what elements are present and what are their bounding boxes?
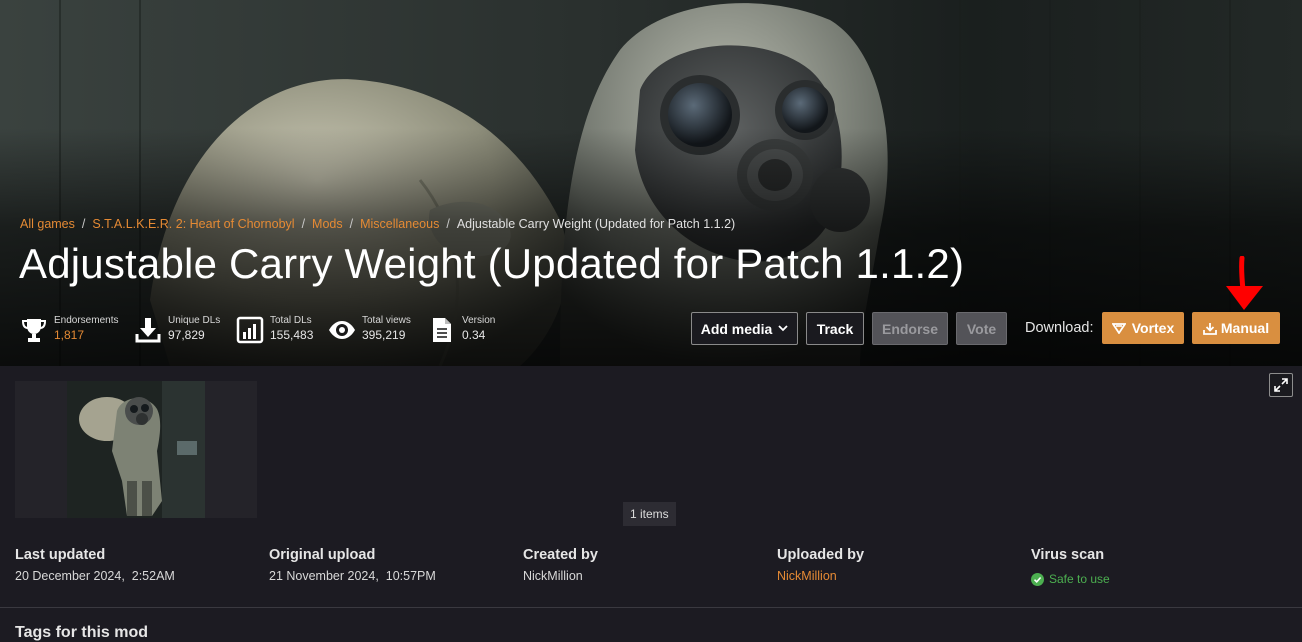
download-icon	[1202, 322, 1217, 335]
manual-label: Manual	[1220, 320, 1270, 336]
meta-value: 20 December 2024, 2:52AM	[15, 569, 175, 583]
gallery-items-count: 1 items	[623, 502, 676, 526]
gallery-thumbnail-image[interactable]	[67, 381, 205, 518]
stat-value: 0.34	[462, 328, 486, 342]
vortex-label: Vortex	[1131, 320, 1175, 336]
expand-icon	[1274, 378, 1288, 392]
download-icon	[135, 318, 161, 343]
fullscreen-button[interactable]	[1269, 373, 1293, 397]
meta-last-updated: Last updated 20 December 2024, 2:52AM	[15, 547, 175, 583]
stat-value[interactable]: 1,817	[54, 328, 84, 342]
stat-label: Version	[462, 315, 496, 326]
bar-chart-icon	[236, 316, 264, 344]
stat-label: Unique DLs	[168, 315, 221, 326]
meta-created-by: Created by NickMillion	[523, 547, 598, 583]
meta-label: Uploaded by	[777, 547, 865, 563]
breadcrumb-current: Adjustable Carry Weight (Updated for Pat…	[456, 217, 736, 231]
document-icon	[433, 318, 451, 342]
check-circle-icon	[1031, 572, 1044, 586]
breadcrumb-game[interactable]: S.T.A.L.K.E.R. 2: Heart of Chornobyl	[92, 217, 294, 231]
breadcrumb-separator: /	[446, 217, 450, 231]
add-media-label: Add media	[700, 320, 773, 337]
mod-content: 1 items Last updated 20 December 2024, 2…	[0, 366, 1302, 641]
chevron-down-icon	[778, 325, 788, 332]
breadcrumb-all-games[interactable]: All games	[20, 217, 75, 231]
breadcrumb-category[interactable]: Miscellaneous	[360, 217, 439, 231]
manual-download-button[interactable]: Manual	[1192, 312, 1280, 344]
meta-time: 10:57PM	[385, 569, 436, 583]
uploader-link[interactable]: NickMillion	[777, 569, 864, 583]
stat-label: Total views	[362, 315, 411, 326]
stat-value: 97,829	[168, 328, 205, 342]
breadcrumb: All games / S.T.A.L.K.E.R. 2: Heart of Cho…	[20, 217, 735, 231]
trophy-icon	[21, 319, 47, 342]
meta-label: Last updated	[15, 547, 106, 563]
track-button[interactable]: Track	[806, 312, 864, 345]
virus-scan-value: Safe to use	[1049, 572, 1110, 586]
endorse-button[interactable]: Endorse	[872, 312, 948, 345]
breadcrumb-separator: /	[81, 217, 86, 231]
meta-date: 20 December 2024,	[15, 569, 125, 583]
stat-label: Endorsements	[54, 315, 119, 326]
meta-virus-scan: Virus scan Safe to use	[1031, 547, 1110, 586]
stat-value: 155,483	[270, 328, 314, 342]
vortex-download-button[interactable]: Vortex	[1102, 312, 1184, 344]
meta-date: 21 November 2024,	[269, 569, 379, 583]
breadcrumb-separator: /	[349, 217, 354, 231]
section-divider	[0, 607, 1302, 608]
meta-time: 2:52AM	[131, 569, 175, 583]
meta-value: NickMillion	[523, 569, 583, 583]
tags-section-heading: Tags for this mod	[15, 624, 149, 641]
meta-label: Virus scan	[1031, 547, 1105, 563]
red-arrow-annotation-icon	[1226, 256, 1263, 310]
stat-label: Total DLs	[270, 315, 312, 326]
meta-label: Created by	[523, 547, 598, 563]
breadcrumb-separator: /	[301, 217, 306, 231]
eye-icon	[329, 321, 355, 339]
vote-button[interactable]: Vote	[956, 312, 1007, 345]
add-media-button[interactable]: Add media	[691, 312, 798, 345]
page-title: Adjustable Carry Weight (Updated for Pat…	[19, 240, 965, 287]
download-label: Download:	[1025, 320, 1094, 336]
virus-scan-status[interactable]: Safe to use	[1031, 572, 1110, 586]
meta-uploaded-by: Uploaded by NickMillion	[777, 547, 864, 583]
gallery-thumbnail-frame[interactable]	[15, 381, 257, 518]
meta-original-upload: Original upload 21 November 2024, 10:57P…	[269, 547, 436, 583]
vortex-icon	[1111, 323, 1126, 334]
breadcrumb-mods[interactable]: Mods	[312, 217, 343, 231]
meta-value: 21 November 2024, 10:57PM	[269, 569, 436, 583]
mod-header-banner: All games / S.T.A.L.K.E.R. 2: Heart of Cho…	[0, 0, 1302, 366]
stat-value: 395,219	[362, 328, 406, 342]
meta-label: Original upload	[269, 547, 376, 563]
